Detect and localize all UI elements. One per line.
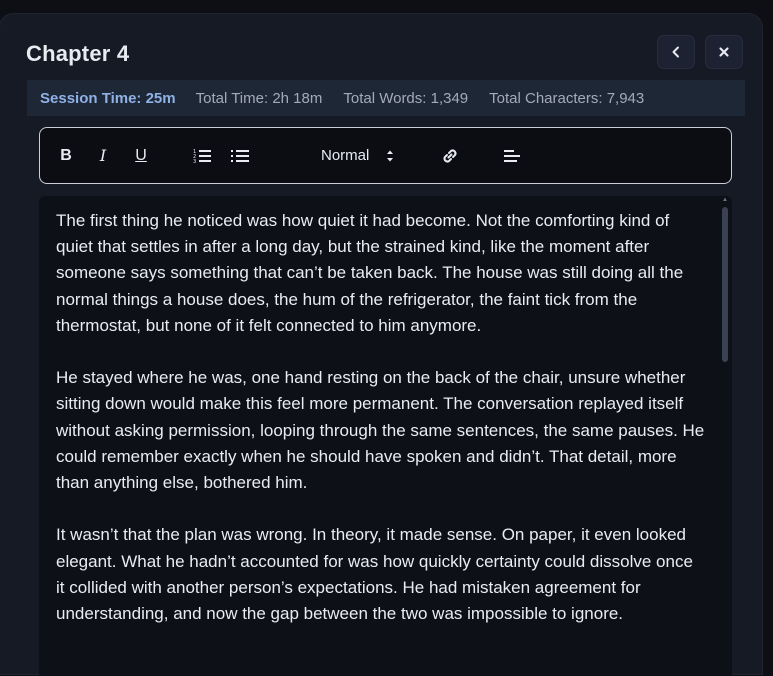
paragraph: It wasn’t that the plan was wrong. In th… — [56, 525, 693, 624]
format-select-value: Normal — [321, 147, 370, 164]
paragraph: The first thing he noticed was how quiet… — [56, 211, 684, 335]
link-icon — [443, 149, 457, 162]
bullet-list-icon — [231, 149, 249, 162]
total-time: Total Time: 2h 18m — [195, 89, 323, 107]
select-arrows-icon — [386, 149, 394, 163]
close-icon — [719, 47, 729, 57]
session-time: Session Time: 25m — [40, 89, 176, 107]
svg-text:3: 3 — [193, 159, 196, 164]
page-title: Chapter 4 — [26, 41, 130, 66]
bullet-list-button[interactable] — [230, 128, 250, 183]
underline-button[interactable]: U — [132, 128, 150, 183]
editor-content[interactable]: The first thing he noticed was how quiet… — [56, 208, 706, 653]
editor-area[interactable]: The first thing he noticed was how quiet… — [39, 196, 732, 676]
stats-bar: Session Time: 25m Total Time: 2h 18m Tot… — [27, 80, 745, 116]
ordered-list-icon: 1 2 3 — [193, 149, 211, 164]
italic-icon: I — [99, 146, 107, 165]
editor-toolbar: B I U 1 2 3 Normal — [39, 127, 732, 184]
bold-button[interactable]: B — [58, 128, 74, 183]
underline-icon: U — [135, 146, 147, 164]
bold-icon: B — [60, 146, 72, 164]
scroll-up-icon[interactable]: ▲ — [721, 197, 729, 203]
close-button[interactable] — [705, 35, 743, 69]
editor-scrollbar[interactable]: ▲ — [721, 197, 729, 665]
link-button[interactable] — [440, 128, 460, 183]
total-characters: Total Characters: 7,943 — [489, 89, 645, 107]
total-words: Total Words: 1,349 — [343, 89, 469, 107]
align-icon — [504, 149, 520, 162]
scrollbar-thumb[interactable] — [722, 207, 728, 362]
paragraph: He stayed where he was, one hand resting… — [56, 368, 705, 493]
format-select[interactable]: Normal — [321, 128, 403, 183]
ordered-list-button[interactable]: 1 2 3 — [192, 128, 212, 183]
back-button[interactable] — [657, 35, 695, 69]
align-button[interactable] — [502, 128, 522, 183]
italic-button[interactable]: I — [95, 128, 111, 183]
chevron-left-icon — [672, 46, 679, 58]
